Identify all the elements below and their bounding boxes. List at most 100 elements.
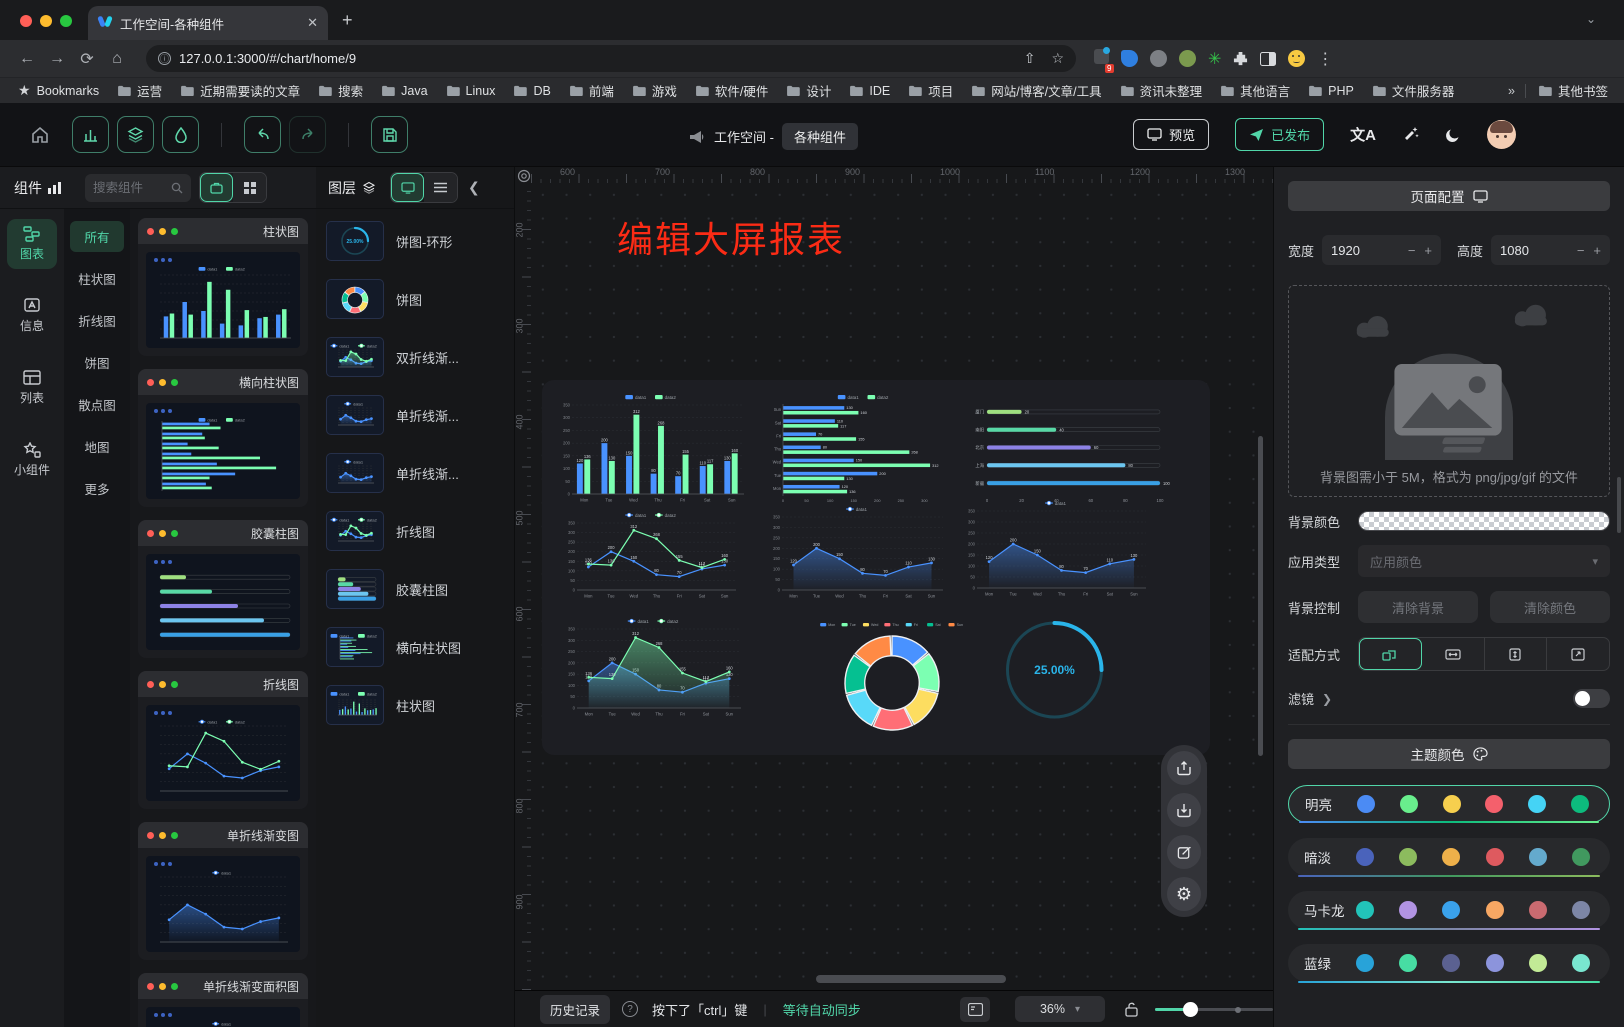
layer-item[interactable]: data1单折线渐... [326, 395, 504, 435]
component-card[interactable]: 柱状图data1data2 [138, 218, 308, 356]
decrease-icon[interactable]: − [1577, 243, 1585, 258]
bookmark-folder[interactable]: 文件服务器 [1372, 81, 1455, 100]
component-card[interactable]: 胶囊柱图 [138, 520, 308, 658]
height-input[interactable]: 1080 −+ [1491, 235, 1610, 265]
category-item[interactable]: 更多 [70, 473, 124, 504]
category-item[interactable]: 所有 [70, 221, 124, 252]
redo-button[interactable] [289, 116, 326, 153]
rail-item-charts[interactable]: 图表 [7, 219, 57, 269]
bookmark-star-icon[interactable]: ☆ [1051, 50, 1064, 67]
rail-item-widgets[interactable]: 小组件 [7, 435, 57, 485]
layer-item[interactable]: data1data2双折线渐... [326, 337, 504, 377]
bookmark-folder[interactable]: DB [513, 84, 550, 98]
browser-tab[interactable]: 工作空间-各种组件 ✕ [88, 6, 328, 40]
bookmark-folder[interactable]: 其他语言 [1220, 81, 1290, 100]
bookmark-folder[interactable]: 前端 [569, 81, 614, 100]
panel-scrollbar[interactable] [1617, 477, 1621, 533]
rail-item-info[interactable]: 信息 [7, 291, 57, 341]
minimize-window-button[interactable] [40, 15, 52, 27]
canvas-bar-chart[interactable]: data1data2050100150200250300350120136Mon… [557, 392, 747, 504]
background-upload-dropzone[interactable]: 背景图需小于 5M，格式为 png/jpg/gif 的文件 [1288, 285, 1610, 497]
bookmark-folder[interactable]: 运营 [117, 81, 162, 100]
collapse-panel-icon[interactable]: ❮ [468, 179, 480, 196]
side-panel-icon[interactable] [1260, 52, 1276, 66]
export-icon[interactable] [1167, 751, 1201, 785]
theme-color-button[interactable]: 主题颜色 [1288, 739, 1610, 769]
help-icon[interactable]: ? [622, 1001, 638, 1017]
dashboard-screen[interactable]: data1data2050100150200250300350120136Mon… [542, 380, 1210, 755]
grid-view-button[interactable] [233, 173, 266, 202]
decrease-icon[interactable]: − [1408, 243, 1416, 258]
publish-button[interactable]: 已发布 [1235, 118, 1324, 151]
zoom-select[interactable]: 36%▾ [1015, 996, 1105, 1022]
category-item[interactable]: 柱状图 [70, 263, 124, 294]
project-name-badge[interactable]: 各种组件 [782, 123, 858, 150]
fit-height-button[interactable] [1485, 638, 1548, 670]
eye-icon[interactable] [515, 167, 531, 183]
components-toggle-button[interactable] [72, 116, 109, 153]
extension-star-icon[interactable]: ✳ [1208, 49, 1221, 69]
new-tab-button[interactable]: + [342, 10, 353, 30]
settings-gear-icon[interactable]: ⚙ [1167, 877, 1201, 911]
share-icon[interactable]: ⇧ [1024, 50, 1036, 67]
increase-icon[interactable]: + [1424, 243, 1432, 258]
component-search[interactable] [85, 174, 191, 202]
fit-stretch-button[interactable] [1547, 638, 1609, 670]
layer-item[interactable]: data1data2折线图 [326, 511, 504, 551]
fit-scale-button[interactable] [1359, 638, 1422, 670]
zoom-slider[interactable] [1155, 1008, 1273, 1011]
fit-width-button[interactable] [1422, 638, 1485, 670]
site-info-icon[interactable]: ⓘ [158, 52, 171, 65]
extension-tampermonkey-icon[interactable]: 9 [1094, 49, 1109, 69]
bookmark-folder[interactable]: 游戏 [632, 81, 677, 100]
extension-green-icon[interactable] [1179, 50, 1196, 67]
theme-row[interactable]: 明亮 [1288, 785, 1610, 823]
category-item[interactable]: 饼图 [70, 347, 124, 378]
canvas-capsule-chart[interactable]: 厦门20南阳40北京60上海80新疆100020406080100 [970, 396, 1175, 504]
home-icon[interactable] [30, 125, 50, 145]
bookmarks-overflow-button[interactable]: » [1508, 84, 1515, 98]
edit-icon[interactable] [1167, 835, 1201, 869]
forward-button[interactable]: → [42, 50, 72, 68]
address-bar[interactable]: ⓘ 127.0.0.1:3000/#/chart/home/9 ⇧ ☆ [146, 45, 1076, 72]
briefcase-view-button[interactable] [200, 173, 233, 202]
bookmark-folder[interactable]: 资讯未整理 [1120, 81, 1203, 100]
chrome-menu-icon[interactable]: ⋮ [1317, 49, 1333, 69]
bookmark-folder[interactable]: 网站/博客/文章/工具 [971, 81, 1101, 100]
component-card[interactable]: 折线图data1data2 [138, 671, 308, 809]
layer-item[interactable]: data1单折线渐... [326, 453, 504, 493]
bookmark-folder[interactable]: 搜索 [318, 81, 363, 100]
component-card[interactable]: 单折线渐变面积图data1 [138, 973, 308, 1027]
vertical-scrollbar[interactable] [1258, 436, 1263, 756]
theme-row[interactable]: 暗淡 [1288, 838, 1610, 876]
design-canvas[interactable]: 6007008009001000110012001300 20030040050… [515, 167, 1273, 990]
page-config-button[interactable]: 页面配置 [1288, 181, 1610, 211]
layer-item[interactable]: 25.00%饼图-环形 [326, 221, 504, 261]
canvas-pie-chart[interactable]: MonTueWedThuFriSatSun [812, 620, 972, 732]
extensions-puzzle-icon[interactable] [1233, 51, 1248, 66]
bookmark-folder[interactable]: 设计 [786, 81, 831, 100]
increase-icon[interactable]: + [1593, 243, 1601, 258]
translate-icon[interactable]: 文A [1350, 124, 1376, 145]
category-item[interactable]: 地图 [70, 431, 124, 462]
horizontal-scrollbar[interactable] [816, 975, 1006, 983]
canvas-gradient-line-chart-2[interactable]: data105010015020025030035012020015080701… [962, 498, 1152, 598]
width-input[interactable]: 1920 −+ [1322, 235, 1441, 265]
component-card[interactable]: 单折线渐变图data1 [138, 822, 308, 960]
profile-avatar-icon[interactable] [1288, 50, 1305, 67]
layer-item[interactable]: 饼图 [326, 279, 504, 319]
canvas-hbar-chart[interactable]: data1data2130160Sun110117Sat70155Fri8026… [767, 392, 962, 504]
bookmark-folder[interactable]: 项目 [908, 81, 953, 100]
maximize-window-button[interactable] [60, 15, 72, 27]
close-window-button[interactable] [20, 15, 32, 27]
theme-row[interactable]: 马卡龙 [1288, 891, 1610, 929]
details-toggle-button[interactable] [162, 116, 199, 153]
bookmark-folder[interactable]: 近期需要读的文章 [180, 81, 300, 100]
chrome-chevron-icon[interactable]: ⌄ [1586, 12, 1596, 26]
import-icon[interactable] [1167, 793, 1201, 827]
canvas-ring-progress[interactable]: 25.00% [987, 612, 1122, 724]
save-button[interactable] [371, 116, 408, 153]
clear-color-button[interactable]: 清除颜色 [1490, 591, 1610, 623]
home-button[interactable]: ⌂ [102, 50, 132, 68]
canvas-line-chart[interactable]: data1data2050100150200250300350120200150… [562, 510, 742, 600]
